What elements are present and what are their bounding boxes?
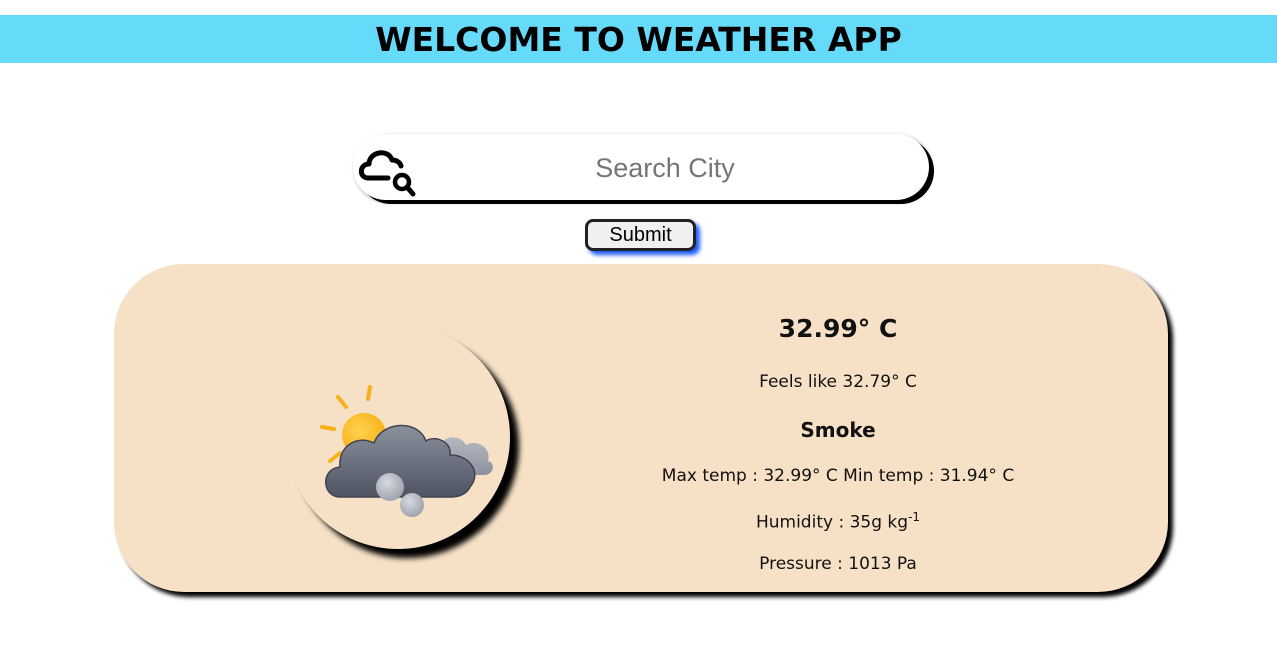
weather-card: 32.99° C Feels like 32.79° C Smoke Max t… [114,264,1168,592]
humidity-text: Humidity : 35g kg [755,512,909,533]
app-title: WELCOME TO WEATHER APP [375,19,902,59]
search-input[interactable] [423,142,907,194]
temperature: 32.99° C [778,314,898,343]
search-bar [353,134,929,200]
humidity-exponent: -1 [908,510,921,524]
humidity: Humidity : 35g kg-1 [638,510,1038,533]
submit-button[interactable]: Submit [585,219,696,251]
weather-condition: Smoke [800,418,876,442]
min-max-temp: Max temp : 32.99° C Min temp : 31.94° C [661,466,1015,486]
partly-cloudy-smoke-icon [320,385,493,517]
cloud-search-icon [358,150,416,197]
app-header: WELCOME TO WEATHER APP [0,15,1277,63]
pressure: Pressure : 1013 Pa [759,554,917,574]
weather-icon-circle [286,325,510,549]
feels-like: Feels like 32.79° C [759,372,917,392]
